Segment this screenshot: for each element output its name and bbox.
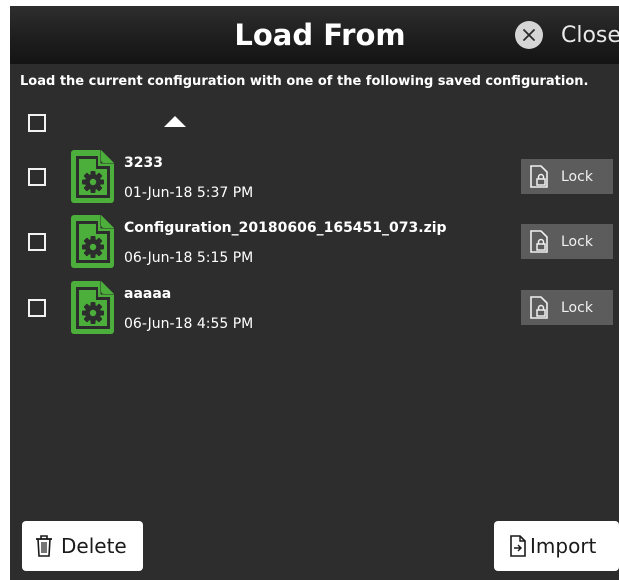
instruction-text: Load the current configuration with one … (20, 74, 589, 89)
file-gear-icon (71, 150, 114, 203)
file-date: 06-Jun-18 4:55 PM (124, 316, 254, 332)
file-name: Configuration_20180606_165451_073.zip (124, 220, 447, 236)
item-checkbox[interactable] (28, 233, 46, 251)
trash-icon (36, 535, 52, 557)
item-checkbox[interactable] (28, 299, 46, 317)
file-name: 3233 (124, 155, 163, 171)
file-gear-icon (71, 215, 114, 268)
list-item[interactable]: 3233 01-Jun-18 5:37 PM Lock (10, 146, 619, 210)
lock-label[interactable]: Lock (561, 234, 593, 250)
title-bar: Load From Close (10, 6, 619, 64)
file-name: aaaaa (124, 286, 172, 302)
lock-button[interactable]: Lock (521, 159, 613, 194)
close-label[interactable]: Close (561, 23, 619, 48)
list-item[interactable]: Configuration_20180606_165451_073.zip 06… (10, 211, 619, 275)
lock-button[interactable]: Lock (521, 290, 613, 325)
close-icon[interactable] (515, 21, 543, 49)
delete-button[interactable]: Delete (22, 521, 143, 571)
lock-icon (530, 229, 548, 253)
import-label[interactable]: Import (530, 534, 596, 558)
close-button[interactable]: Close (515, 20, 619, 50)
load-from-dialog: Load From Close Load the current configu… (10, 6, 619, 580)
sort-ascending-icon[interactable] (164, 116, 186, 127)
lock-icon (530, 164, 548, 188)
import-file-icon (510, 535, 526, 557)
lock-label[interactable]: Lock (561, 300, 593, 316)
select-all-checkbox[interactable] (28, 114, 46, 132)
import-button[interactable]: Import (494, 521, 619, 571)
lock-button[interactable]: Lock (521, 224, 613, 259)
file-date: 06-Jun-18 5:15 PM (124, 250, 254, 266)
item-checkbox[interactable] (28, 168, 46, 186)
lock-label[interactable]: Lock (561, 169, 593, 185)
file-date: 01-Jun-18 5:37 PM (124, 185, 254, 201)
delete-label[interactable]: Delete (61, 534, 127, 558)
file-gear-icon (71, 281, 114, 334)
list-item[interactable]: aaaaa 06-Jun-18 4:55 PM Lock (10, 277, 619, 341)
lock-icon (530, 295, 548, 319)
